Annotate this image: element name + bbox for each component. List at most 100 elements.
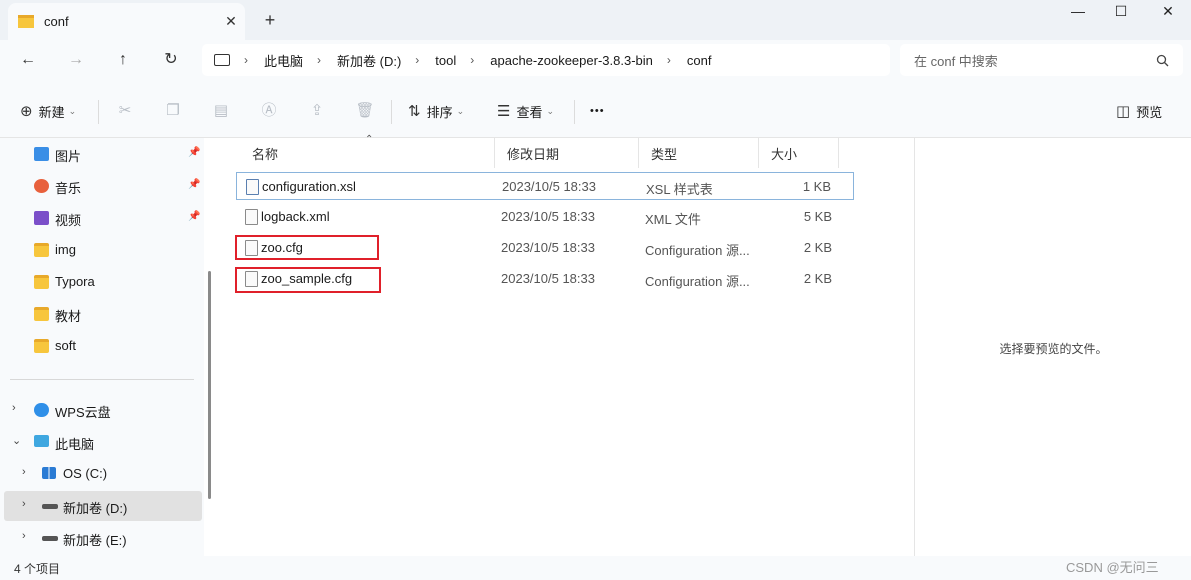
breadcrumb-this-pc[interactable]: 此电脑: [264, 51, 303, 70]
minimize-button[interactable]: —: [1055, 0, 1101, 24]
music-icon: [34, 179, 49, 193]
sidebar-item-typora[interactable]: Typora: [0, 267, 204, 297]
navigation-pane: 图片 📌 音乐 📌 视频 📌 img Typora 教材 soft › WPS云…: [0, 138, 204, 556]
videos-icon: [34, 211, 49, 225]
sidebar-item-drive-c[interactable]: › OS (C:): [0, 459, 204, 489]
column-header-size[interactable]: 大小: [759, 138, 839, 168]
file-modified: 2023/10/5 18:33: [501, 271, 595, 286]
refresh-button[interactable]: ↻: [159, 50, 183, 70]
address-bar[interactable]: › 此电脑 › 新加卷 (D:) › tool › apache-zookeep…: [202, 44, 890, 76]
chevron-down-icon[interactable]: ⌄: [12, 434, 21, 447]
cloud-icon: [34, 403, 49, 417]
drive-icon: [42, 536, 58, 541]
chevron-down-icon: ⌄: [456, 105, 465, 116]
chevron-right-icon[interactable]: ›: [22, 498, 26, 510]
column-header-name[interactable]: 名称: [240, 138, 495, 168]
delete-icon[interactable]: 🗑: [355, 101, 375, 121]
sidebar-item-label: WPS云盘: [55, 405, 111, 420]
sidebar-item-wps-cloud[interactable]: › WPS云盘: [0, 395, 204, 425]
search-box[interactable]: 在 conf 中搜索: [900, 44, 1183, 76]
drive-icon: [42, 504, 58, 509]
sidebar-item-label: 新加卷 (D:): [63, 501, 128, 516]
item-count: 4 个项目: [14, 562, 61, 576]
more-options-button[interactable]: •••: [590, 101, 605, 121]
file-row[interactable]: configuration.xsl 2023/10/5 18:33 XSL 样式…: [236, 172, 854, 200]
view-label: 查看: [516, 104, 543, 120]
file-row[interactable]: logback.xml 2023/10/5 18:33 XML 文件 5 KB: [236, 203, 854, 231]
highlight-box: [235, 235, 379, 260]
new-label: 新建: [38, 104, 65, 120]
sidebar-item-this-pc[interactable]: ⌄ 此电脑: [0, 427, 204, 457]
sidebar-item-label: 教材: [55, 309, 82, 324]
cut-icon[interactable]: ✂: [115, 101, 135, 121]
tab-conf[interactable]: conf ✕: [8, 3, 245, 40]
column-header-type[interactable]: 类型: [639, 138, 759, 168]
chevron-right-icon: ›: [470, 53, 475, 67]
rename-icon[interactable]: Ⓐ: [259, 101, 279, 121]
tab-title: conf: [44, 14, 69, 29]
preview-message: 选择要预览的文件。: [999, 342, 1108, 356]
chevron-right-icon[interactable]: ›: [12, 402, 16, 414]
maximize-button[interactable]: ☐: [1098, 0, 1144, 24]
sidebar-scrollbar[interactable]: [208, 271, 211, 499]
sidebar-item-music[interactable]: 音乐 📌: [0, 171, 204, 201]
up-button[interactable]: ↑: [111, 50, 135, 70]
highlight-box: [235, 267, 381, 293]
file-type: Configuration 源...: [645, 243, 750, 258]
close-window-button[interactable]: ✕: [1145, 0, 1191, 24]
search-input[interactable]: 在 conf 中搜索: [914, 51, 1156, 70]
folder-icon: [34, 339, 49, 353]
sidebar-item-label: 音乐: [55, 181, 82, 196]
plus-circle-icon: ⊕: [20, 103, 33, 120]
sidebar-item-label: img: [55, 242, 76, 257]
file-type: XSL 样式表: [646, 182, 713, 197]
sidebar-item-img[interactable]: img: [0, 235, 204, 265]
breadcrumb-drive-d[interactable]: 新加卷 (D:): [337, 51, 401, 70]
sidebar-item-label: OS (C:): [63, 466, 108, 481]
sidebar-item-drive-e[interactable]: › 新加卷 (E:): [0, 523, 204, 553]
copy-icon[interactable]: ❐: [163, 101, 183, 121]
sidebar-item-soft[interactable]: soft: [0, 331, 204, 361]
pin-icon[interactable]: 📌: [188, 179, 200, 190]
breadcrumb-conf[interactable]: conf: [687, 53, 712, 68]
sidebar-item-label: 此电脑: [55, 437, 95, 452]
chevron-right-icon: ›: [666, 53, 671, 67]
sidebar-item-pictures[interactable]: 图片 📌: [0, 139, 204, 169]
paste-icon[interactable]: ▤: [211, 101, 231, 121]
file-size: 2 KB: [803, 240, 832, 255]
column-header-modified[interactable]: 修改日期: [495, 138, 639, 168]
close-tab-icon[interactable]: ✕: [217, 13, 245, 30]
pictures-icon: [34, 147, 49, 161]
new-button[interactable]: ⊕ 新建 ⌄: [20, 101, 76, 121]
preview-label: 预览: [1136, 104, 1163, 120]
preview-pane-button[interactable]: ◫ 预览: [1116, 101, 1162, 121]
chevron-right-icon[interactable]: ›: [22, 466, 26, 478]
share-icon[interactable]: ⇪: [307, 101, 327, 121]
breadcrumb-zookeeper[interactable]: apache-zookeeper-3.8.3-bin: [490, 53, 653, 68]
folder-icon: [34, 275, 49, 289]
back-button[interactable]: ←: [16, 50, 40, 70]
breadcrumb-tool[interactable]: tool: [435, 53, 456, 68]
sidebar-item-label: Typora: [55, 274, 95, 289]
sort-button[interactable]: ⇅ 排序 ⌄: [408, 101, 464, 121]
file-name: configuration.xsl: [262, 179, 356, 194]
chevron-right-icon[interactable]: ›: [22, 530, 26, 542]
sidebar-item-label: 新加卷 (E:): [63, 533, 127, 548]
pin-icon[interactable]: 📌: [188, 147, 200, 158]
chevron-down-icon: ⌄: [546, 105, 555, 116]
folder-icon: [34, 307, 49, 321]
forward-button[interactable]: →: [64, 50, 88, 70]
title-bar: conf ✕ + — ☐ ✕: [0, 0, 1191, 40]
pin-icon[interactable]: 📌: [188, 211, 200, 222]
sidebar-item-textbooks[interactable]: 教材: [0, 299, 204, 329]
file-size: 1 KB: [802, 179, 831, 194]
sidebar-item-videos[interactable]: 视频 📌: [0, 203, 204, 233]
view-button[interactable]: ☰ 查看 ⌄: [497, 101, 554, 121]
sidebar-divider: [10, 379, 194, 380]
sidebar-item-drive-d[interactable]: › 新加卷 (D:): [4, 491, 202, 521]
file-modified: 2023/10/5 18:33: [501, 209, 595, 224]
new-tab-button[interactable]: +: [258, 8, 282, 32]
sidebar-item-label: soft: [55, 338, 76, 353]
preview-pane-icon: ◫: [1116, 103, 1131, 120]
file-modified: 2023/10/5 18:33: [502, 179, 596, 194]
